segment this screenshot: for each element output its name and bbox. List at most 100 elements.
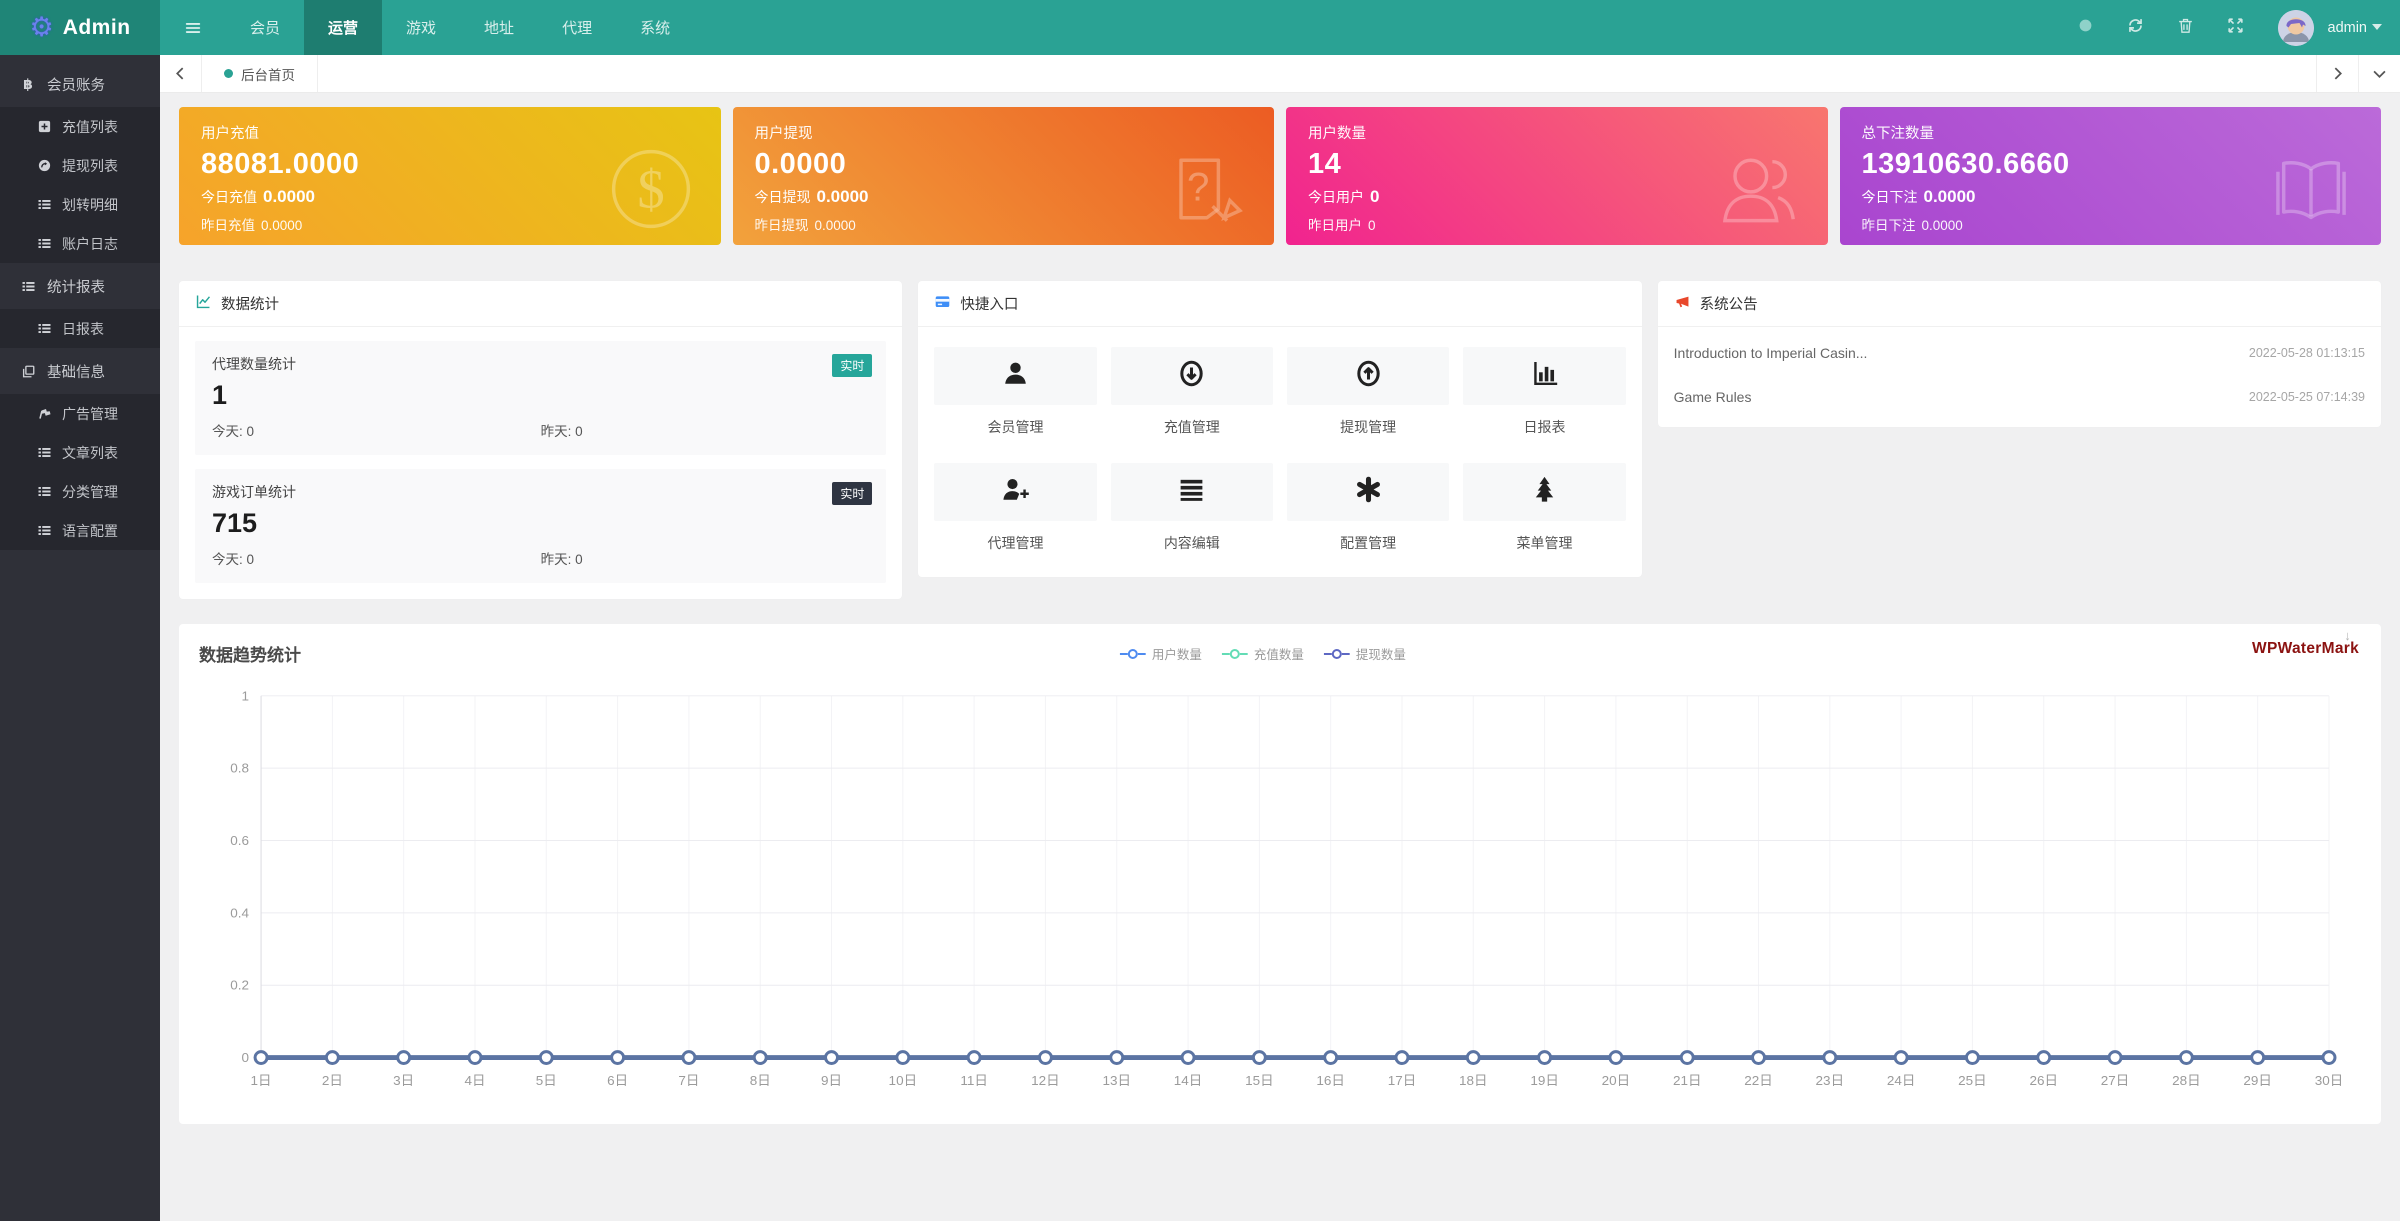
tab-home[interactable]: 后台首页 [202,55,318,92]
stat-card-总下注数量[interactable]: 总下注数量 13910630.6660 今日下注 0.0000 昨日下注 0.0000 [1839,107,2381,245]
menu-item-游戏[interactable]: 游戏 [382,0,460,55]
sidebar-item-文章列表[interactable]: 文章列表 [0,433,160,472]
quick-entry-tile [934,347,1097,405]
announcement-row[interactable]: Game Rules 2022-05-25 07:14:39 [1674,375,2365,419]
main-menu: 会员 运营 游戏 地址 代理 系统 [160,0,694,55]
data-stats-title: 数据统计 [221,297,279,313]
sidebar-item-广告管理[interactable]: 广告管理 [0,394,160,433]
app-logo[interactable]: ⚙ Admin [0,0,160,55]
menu-item-代理[interactable]: 代理 [538,0,616,55]
svg-text:21日: 21日 [1673,1073,1702,1088]
quick-entry-label: 日报表 [1523,419,1566,435]
sidebar-item-label: 日报表 [62,320,104,337]
chevron-right-icon [2334,67,2342,80]
quick-entry-配置管理[interactable]: 配置管理 [1286,463,1450,553]
stat-card-title: 用户数量 [1308,126,1366,142]
tabs-more-button[interactable] [2358,55,2400,92]
legend-marker-icon [1221,648,1248,659]
quick-entry-label: 内容编辑 [1163,535,1220,551]
fullscreen-button[interactable] [2214,0,2258,55]
quick-entry-提现管理[interactable]: 提现管理 [1286,347,1450,437]
refresh-button[interactable] [2114,0,2158,55]
quick-entry-header: 快捷入口 [918,281,1642,327]
menu-item-运营[interactable]: 运营 [304,0,383,55]
user-icon [1001,359,1030,393]
sidebar-item-分类管理[interactable]: 分类管理 [0,472,160,511]
sidebar-item-划转明细[interactable]: 划转明细 [0,185,160,224]
list-icon [36,236,52,252]
stat-card-用户提现[interactable]: 用户提现 0.0000 今日提现 0.0000 昨日提现 0.0000? [732,107,1274,245]
sidebar-item-label: 文章列表 [62,444,118,461]
avatar[interactable] [2277,9,2314,46]
menu-item-地址[interactable]: 地址 [460,0,538,55]
redo-square-icon [36,158,52,174]
trash-button[interactable] [2164,0,2208,55]
sidebar: ฿ 会员账务 充值列表 提现列表划转明细账户日志 统计报表日报表基础信息 广告管理文章列表… [0,55,160,1221]
quick-entry-代理管理[interactable]: 代理管理 [934,463,1097,553]
menu-hamburger[interactable] [160,0,226,55]
globe-button[interactable] [2064,0,2108,55]
sidebar-submenu: 日报表 [0,309,160,348]
svg-text:26日: 26日 [2029,1073,2058,1088]
sidebar-section-基础信息[interactable]: 基础信息 [0,348,160,394]
fullscreen-icon [2226,16,2245,40]
announcement-title: Introduction to Imperial Casin... [1673,345,1868,361]
legend-提现数量[interactable]: 提现数量 [1323,644,1406,663]
legend-marker-icon [1323,648,1350,659]
svg-text:1: 1 [242,688,250,703]
svg-text:29日: 29日 [2243,1073,2272,1088]
sidebar-item-日报表[interactable]: 日报表 [0,309,160,348]
stat-block-title: 游戏订单统计 [212,484,296,500]
tree-icon [1530,475,1559,509]
active-tab-dot-icon [224,69,233,78]
quick-entry-label: 提现管理 [1340,419,1397,435]
quick-entry-会员管理[interactable]: 会员管理 [934,347,1097,437]
chart-line-icon [195,293,212,314]
legend-label: 充值数量 [1253,648,1304,662]
user-name: admin [2327,19,2368,36]
tabs-scroll-right-button[interactable] [2316,55,2358,92]
announcement-row[interactable]: Introduction to Imperial Casin... 2022-05… [1674,331,2365,375]
svg-text:6日: 6日 [607,1073,628,1088]
sidebar-submenu: 广告管理文章列表分类管理 语言配置 [0,394,160,550]
realtime-badge: 实时 [832,482,873,505]
quick-entry-菜单管理[interactable]: 菜单管理 [1463,463,1626,553]
sidebar-section-会员账务[interactable]: ฿ 会员账务 [0,61,160,107]
navbar-actions: admin [2064,0,2400,55]
sidebar-section-统计报表[interactable]: 统计报表 [0,263,160,309]
copy-icon [20,363,36,379]
quick-entry-充值管理[interactable]: 充值管理 [1110,347,1273,437]
svg-text:24日: 24日 [1887,1073,1916,1088]
plus-square-icon [36,119,52,135]
menu-item-会员[interactable]: 会员 [226,0,304,55]
megaphone-icon [1674,293,1691,314]
svg-text:17日: 17日 [1388,1073,1417,1088]
sidebar-item-语言配置[interactable]: 语言配置 [0,511,160,550]
menu-item-系统[interactable]: 系统 [616,0,694,55]
quick-entry-日报表[interactable]: 日报表 [1463,347,1626,437]
legend-用户数量[interactable]: 用户数量 [1119,644,1202,663]
sidebar-item-充值列表[interactable]: 充值列表 [0,107,160,146]
quick-entry-tile [1463,347,1626,405]
svg-text:23日: 23日 [1816,1073,1845,1088]
user-menu[interactable]: admin [2327,19,2382,36]
stat-block-today: 今天: 0 [212,424,255,439]
list-icon [36,445,52,461]
stat-card-用户数量[interactable]: 用户数量 14 今日用户 0 昨日用户 0 [1286,107,1828,245]
tabs-scroll-left-button[interactable] [160,55,202,92]
sidebar-item-label: 划转明细 [62,196,118,213]
bar-chart-icon [1530,359,1559,393]
svg-text:3日: 3日 [393,1073,414,1088]
sidebar-item-账户日志[interactable]: 账户日志 [0,224,160,263]
quick-entry-panel: 快捷入口 会员管理 充值管理 提现管理 日报表代理管理 内容编辑 配置管理 菜单管理 [918,281,1642,577]
lines-icon [1177,475,1206,509]
legend-marker-icon [1119,648,1146,659]
svg-text:25日: 25日 [1958,1073,1987,1088]
quick-entry-内容编辑[interactable]: 内容编辑 [1110,463,1273,553]
credit-card-icon [934,293,951,314]
trend-chart[interactable]: 00.20.40.60.811日 2日 3日 4日 5日 6日 7日 8日 9日 10日 11日 12… [199,680,2361,1105]
stat-card-用户充值[interactable]: 用户充值 88081.0000 今日充值 0.0000 昨日充值 0.0000 $ [179,107,721,245]
sidebar-item-提现列表[interactable]: 提现列表 [0,146,160,185]
top-navbar: ⚙ Admin 会员 运营 游戏 地址 代理 系统 admin [0,0,2400,55]
legend-充值数量[interactable]: 充值数量 [1221,644,1304,663]
